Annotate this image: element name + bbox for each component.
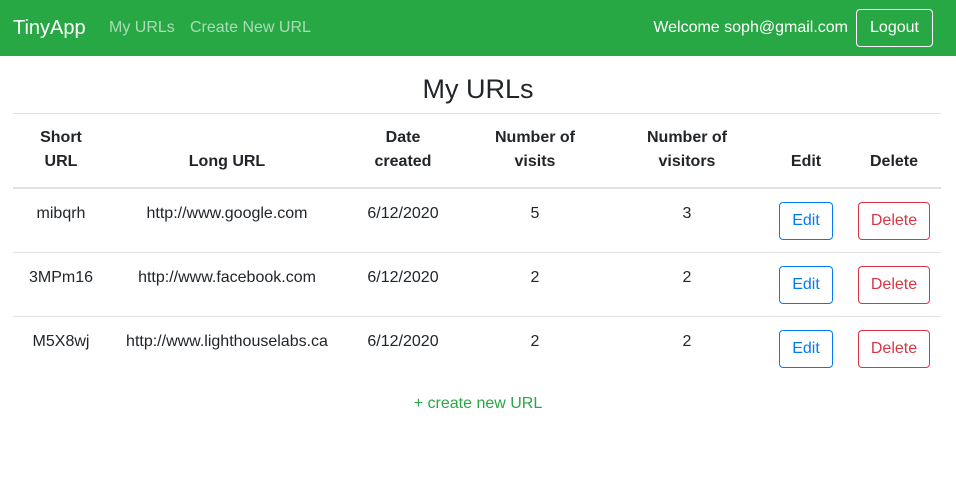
cell-short-url: M5X8wj <box>13 316 109 380</box>
nav-link-create-new-url[interactable]: Create New URL <box>190 18 311 38</box>
header-edit: Edit <box>765 113 847 189</box>
header-date-created: Date created <box>345 113 461 189</box>
delete-button[interactable]: Delete <box>857 202 931 240</box>
edit-button[interactable]: Edit <box>779 330 833 368</box>
cell-edit: Edit <box>765 252 847 317</box>
cell-long-url: http://www.facebook.com <box>109 252 345 317</box>
table-body: mibqrh http://www.google.com 6/12/2020 5… <box>13 188 941 380</box>
brand-link[interactable]: TinyApp <box>13 16 86 40</box>
cell-short-url: 3MPm16 <box>13 252 109 317</box>
nav-link-my-urls[interactable]: My URLs <box>109 18 175 38</box>
delete-button[interactable]: Delete <box>857 266 931 304</box>
cell-delete: Delete <box>847 252 941 317</box>
cell-date-created: 6/12/2020 <box>345 252 461 317</box>
create-new-url-link[interactable]: + create new URL <box>414 395 543 412</box>
header-number-of-visitors: Number of visitors <box>609 113 765 189</box>
header-number-of-visits: Number of visits <box>461 113 609 189</box>
cell-visits: 2 <box>461 252 609 317</box>
logout-button[interactable]: Logout <box>856 9 933 47</box>
cell-date-created: 6/12/2020 <box>345 316 461 380</box>
table-row: 3MPm16 http://www.facebook.com 6/12/2020… <box>13 252 941 317</box>
cell-visitors: 2 <box>609 316 765 380</box>
table-row: M5X8wj http://www.lighthouselabs.ca 6/12… <box>13 316 941 380</box>
cell-edit: Edit <box>765 316 847 380</box>
page-title: My URLs <box>422 74 534 104</box>
cell-date-created: 6/12/2020 <box>367 205 439 222</box>
header-short-url: Short URL <box>13 113 109 189</box>
edit-button[interactable]: Edit <box>779 202 833 240</box>
urls-table: Short URL Long URL Date created Number o… <box>13 113 941 380</box>
cell-visits: 5 <box>530 205 540 222</box>
cell-edit: Edit <box>765 188 847 253</box>
edit-button[interactable]: Edit <box>779 266 833 304</box>
delete-button[interactable]: Delete <box>857 330 931 368</box>
cell-delete: Delete <box>847 188 941 253</box>
create-link-container: + create new URL <box>0 394 956 414</box>
cell-visitors: 2 <box>609 252 765 317</box>
cell-visitors: 3 <box>682 205 692 222</box>
header-row: Short URL Long URL Date created Number o… <box>13 113 941 189</box>
cell-long-url: http://www.google.com <box>146 205 308 222</box>
welcome-text: Welcome soph@gmail.com <box>653 19 848 36</box>
cell-short-url: mibqrh <box>36 205 86 222</box>
header-long-url: Long URL <box>109 113 345 189</box>
navbar: TinyApp My URLs Create New URL Welcome s… <box>0 0 956 56</box>
header-delete: Delete <box>847 113 941 189</box>
cell-delete: Delete <box>847 316 941 380</box>
table-row: mibqrh http://www.google.com 6/12/2020 5… <box>13 188 941 253</box>
cell-visits: 2 <box>461 316 609 380</box>
table-header: Short URL Long URL Date created Number o… <box>13 113 941 189</box>
cell-long-url: http://www.lighthouselabs.ca <box>109 316 345 380</box>
